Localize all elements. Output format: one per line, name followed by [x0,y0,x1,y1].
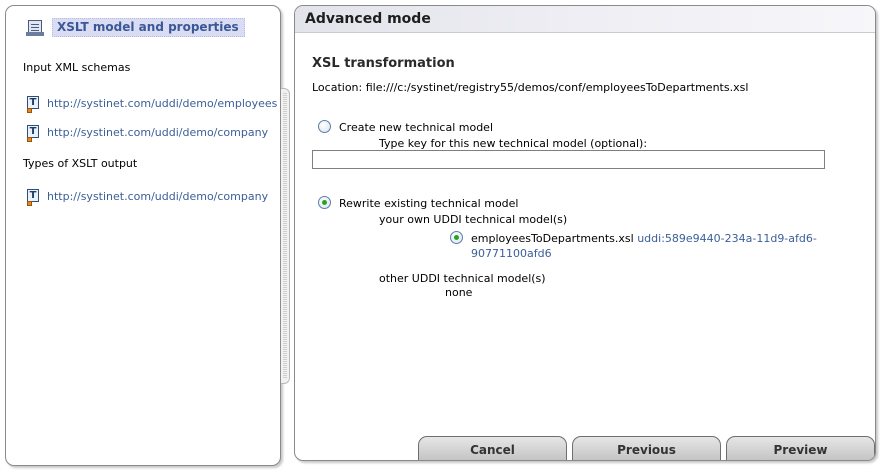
other-models-value: none [445,286,473,299]
own-model-key-link-cont[interactable]: 90771100afd6 [471,247,552,260]
model-properties-icon [25,17,45,37]
rewrite-existing-radio[interactable] [318,196,331,209]
panel-header: Advanced mode [295,6,875,33]
input-schemas-heading: Input XML schemas [23,61,131,74]
location-text: Location: file:///c:/systinet/registry55… [312,81,749,94]
input-schema-item[interactable]: T http://systinet.com/uddi/demo/company [27,122,268,142]
input-schema-link[interactable]: http://systinet.com/uddi/demo/employees [47,97,277,110]
rewrite-existing-label: Rewrite existing technical model [339,197,519,210]
panel-splitter-handle[interactable] [281,88,290,384]
create-new-label: Create new technical model [339,121,493,134]
own-model-radio[interactable] [450,231,463,244]
own-model-name: employeesToDepartments.xsl [471,232,634,245]
tree-root-node[interactable]: XSLT model and properties [25,17,245,37]
preview-button[interactable]: Preview [726,436,875,460]
key-prompt-label: Type key for this new technical model (o… [379,137,648,150]
output-type-item[interactable]: T http://systinet.com/uddi/demo/company [27,186,268,206]
xslt-tree-panel: XSLT model and properties Input XML sche… [5,5,281,466]
previous-button[interactable]: Previous [572,436,721,460]
own-model-key-link[interactable]: uddi:589e9440-234a-11d9-afd6- [637,232,817,245]
panel-title: Advanced mode [305,11,431,27]
technical-model-key-input[interactable] [312,150,825,169]
own-model-entry: employeesToDepartments.xsl uddi:589e9440… [471,232,817,245]
output-types-heading: Types of XSLT output [23,157,138,170]
create-new-radio[interactable] [318,120,331,133]
own-models-heading: your own UDDI technical model(s) [379,213,568,226]
tree-root-label[interactable]: XSLT model and properties [52,17,245,37]
tmodel-icon: T [27,123,41,142]
section-title: XSL transformation [312,56,455,71]
cancel-button[interactable]: Cancel [418,436,567,460]
input-schema-item[interactable]: T http://systinet.com/uddi/demo/employee… [27,93,277,113]
tmodel-icon: T [27,94,41,113]
input-schema-link[interactable]: http://systinet.com/uddi/demo/company [47,126,268,139]
splitter-grip [283,93,287,379]
tmodel-icon: T [27,187,41,206]
other-models-heading: other UDDI technical model(s) [379,272,546,285]
output-type-link[interactable]: http://systinet.com/uddi/demo/company [47,190,268,203]
advanced-mode-panel: Advanced mode XSL transformation Locatio… [294,5,876,461]
